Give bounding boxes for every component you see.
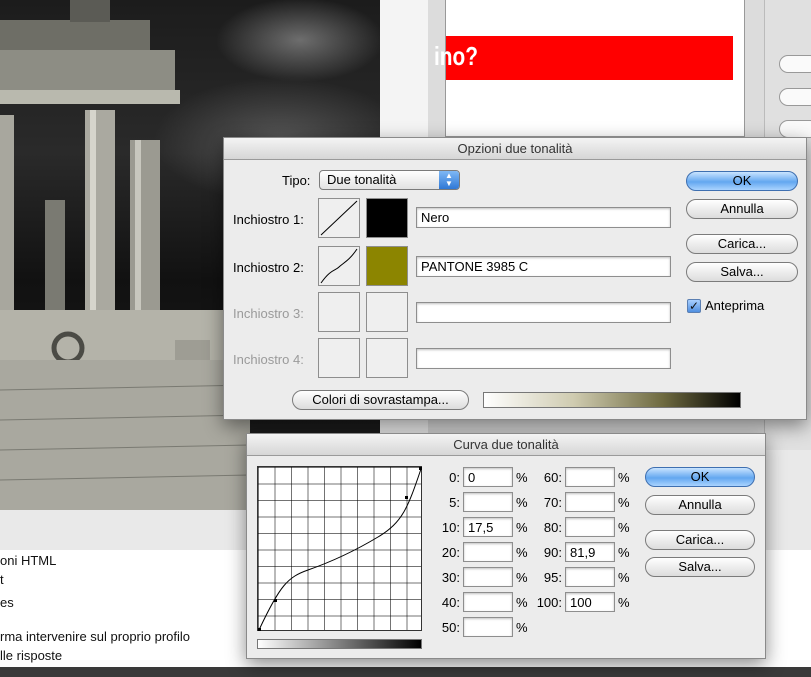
preview-checkbox[interactable]: ✓ (687, 299, 701, 313)
ink-1-name-field[interactable]: Nero (416, 207, 671, 228)
curve-label-100: 100: (536, 595, 562, 610)
s-curve-icon (320, 248, 358, 284)
bottom-bar (0, 667, 811, 677)
curve-input-5[interactable] (463, 492, 513, 512)
checkmark-icon: ✓ (688, 299, 700, 313)
percent-sign: % (516, 495, 528, 510)
duotone-options-dialog: Opzioni due tonalità Tipo: Due tonalità … (223, 137, 807, 420)
curve-label-0: 0: (449, 470, 460, 485)
save-button[interactable]: Salva... (686, 262, 798, 282)
curve-input-10[interactable]: 17,5 (463, 517, 513, 537)
ink-4-name-field (416, 348, 671, 369)
percent-sign: % (516, 545, 528, 560)
percent-sign: % (516, 520, 528, 535)
curve-input-40[interactable] (463, 592, 513, 612)
ink-1-label: Inchiostro 1: (233, 212, 304, 227)
ink-2-color-swatch[interactable] (366, 246, 408, 286)
curve-line (258, 467, 422, 631)
load-button[interactable]: Carica... (645, 530, 755, 550)
curve-label-5: 5: (449, 495, 460, 510)
cancel-button[interactable]: Annulla (645, 495, 755, 515)
ink-4-label: Inchiostro 4: (233, 352, 304, 367)
load-button[interactable]: Carica... (686, 234, 798, 254)
curve-input-80[interactable] (565, 517, 615, 537)
ok-button[interactable]: OK (645, 467, 755, 487)
ink-3-name-field (416, 302, 671, 323)
curve-input-20[interactable] (463, 542, 513, 562)
background-text-line: t (0, 572, 4, 587)
curve-input-0[interactable]: 0 (463, 467, 513, 487)
curve-input-60[interactable] (565, 467, 615, 487)
percent-sign: % (618, 570, 630, 585)
curve-label-95: 95: (543, 570, 562, 585)
background-toggle (779, 55, 811, 73)
percent-sign: % (516, 595, 528, 610)
curve-label-80: 80: (543, 520, 562, 535)
preview-label: Anteprima (705, 298, 765, 313)
percent-sign: % (516, 570, 528, 585)
duotone-curve-dialog: Curva due tonalità 0: 0 % 5: % 10: 17,5 … (246, 433, 766, 659)
percent-sign: % (618, 520, 630, 535)
curve-label-20: 20: (441, 545, 460, 560)
percent-sign: % (516, 620, 528, 635)
ink-2-label: Inchiostro 2: (233, 260, 304, 275)
curve-label-10: 10: (441, 520, 460, 535)
red-banner: ino? (434, 36, 733, 80)
percent-sign: % (618, 545, 630, 560)
ink-1-curve-swatch[interactable] (318, 198, 360, 238)
curve-label-30: 30: (441, 570, 460, 585)
background-toggle (779, 88, 811, 106)
overprint-colors-button[interactable]: Colori di sovrastampa... (292, 390, 469, 410)
curve-input-95[interactable] (565, 567, 615, 587)
ink-1-color-swatch[interactable] (366, 198, 408, 238)
curve-label-60: 60: (543, 470, 562, 485)
curve-label-90: 90: (543, 545, 562, 560)
ink-3-label: Inchiostro 3: (233, 306, 304, 321)
curve-graph[interactable] (257, 466, 422, 631)
background-text-line: es (0, 595, 14, 610)
ink-2-name-field[interactable]: PANTONE 3985 C (416, 256, 671, 277)
temple-photo-illustration (0, 0, 251, 510)
percent-sign: % (618, 495, 630, 510)
dialog-title: Opzioni due tonalità (224, 138, 806, 160)
background-text-line: rma intervenire sul proprio profilo (0, 629, 191, 644)
curve-label-70: 70: (543, 495, 562, 510)
cancel-button[interactable]: Annulla (686, 199, 798, 219)
ink-3-color-swatch (366, 292, 408, 332)
curve-input-100[interactable]: 100 (565, 592, 615, 612)
tone-gradient-bar (257, 639, 422, 649)
background-text-line: lle risposte (0, 648, 63, 663)
background-webpage: ino? (434, 0, 745, 137)
curve-input-70[interactable] (565, 492, 615, 512)
type-label: Tipo: (282, 173, 311, 188)
save-button[interactable]: Salva... (645, 557, 755, 577)
curve-input-50[interactable] (463, 617, 513, 637)
curve-input-90[interactable]: 81,9 (565, 542, 615, 562)
background-toggle (779, 120, 811, 138)
type-select[interactable]: Due tonalità ▲ ▼ (319, 170, 460, 190)
banner-text: ino? (434, 41, 478, 71)
ok-button[interactable]: OK (686, 171, 798, 191)
curve-label-40: 40: (441, 595, 460, 610)
ink-4-color-swatch (366, 338, 408, 378)
ink-2-curve-swatch[interactable] (318, 246, 360, 286)
background-text-line: oni HTML (0, 553, 57, 568)
duotone-gradient-preview (483, 392, 741, 408)
ink-4-curve-swatch (318, 338, 360, 378)
curve-input-30[interactable] (463, 567, 513, 587)
dialog-title: Curva due tonalità (247, 434, 765, 456)
curve-label-50: 50: (441, 620, 460, 635)
type-select-value: Due tonalità (327, 172, 397, 187)
percent-sign: % (618, 595, 630, 610)
chevron-updown-icon: ▲ ▼ (439, 171, 459, 189)
percent-sign: % (516, 470, 528, 485)
ink-3-curve-swatch (318, 292, 360, 332)
linear-curve-icon (320, 200, 358, 236)
percent-sign: % (618, 470, 630, 485)
